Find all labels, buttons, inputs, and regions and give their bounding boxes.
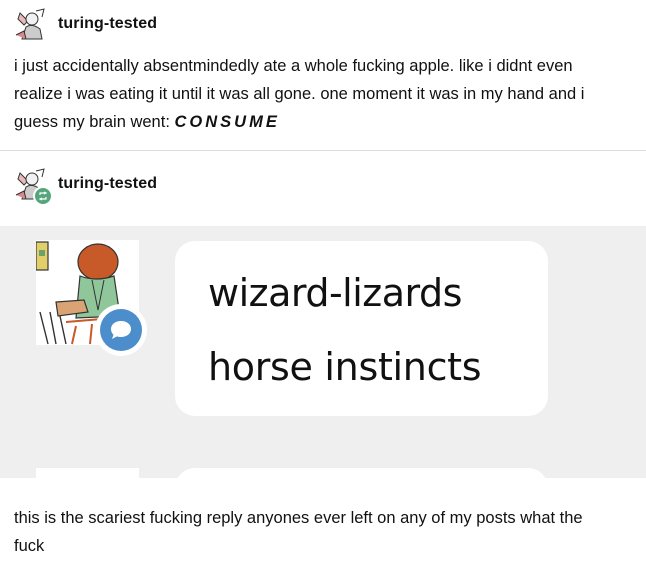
reblog-body: this is the scariest fucking reply anyon… (14, 504, 634, 560)
post-divider (0, 150, 646, 151)
reblog-header: turing-tested (14, 164, 157, 206)
avatar-illustration (14, 7, 48, 41)
user-avatar[interactable] (14, 167, 53, 206)
user-avatar[interactable] (14, 7, 48, 41)
post-username[interactable]: turing-tested (58, 15, 157, 33)
post-body-line: this is the scariest fucking reply anyon… (14, 509, 583, 527)
emphasis-text: CONSUME (174, 113, 280, 131)
post-body-line: fuck (14, 537, 45, 555)
post-header: turing-tested (14, 4, 157, 44)
post-body: i just accidentally absentmindedly ate a… (14, 52, 634, 136)
reply-username: wizard-lizards (208, 271, 462, 315)
speech-bubble-icon (95, 304, 147, 356)
reblog-icon (33, 186, 53, 206)
reply-text: horse instincts (208, 345, 482, 389)
reply-card: wizard-lizards horse instincts (175, 241, 548, 416)
next-reply-avatar (36, 468, 139, 478)
embedded-screenshot: wizard-lizards horse instincts (0, 226, 646, 478)
post-body-line: realize i was eating it until it was all… (14, 85, 585, 103)
post-body-line: i just accidentally absentmindedly ate a… (14, 57, 573, 75)
post-body-text: guess my brain went: (14, 113, 175, 131)
next-reply-card (175, 468, 548, 478)
post-username[interactable]: turing-tested (58, 175, 157, 193)
post-body-line: guess my brain went: CONSUME (14, 108, 634, 136)
